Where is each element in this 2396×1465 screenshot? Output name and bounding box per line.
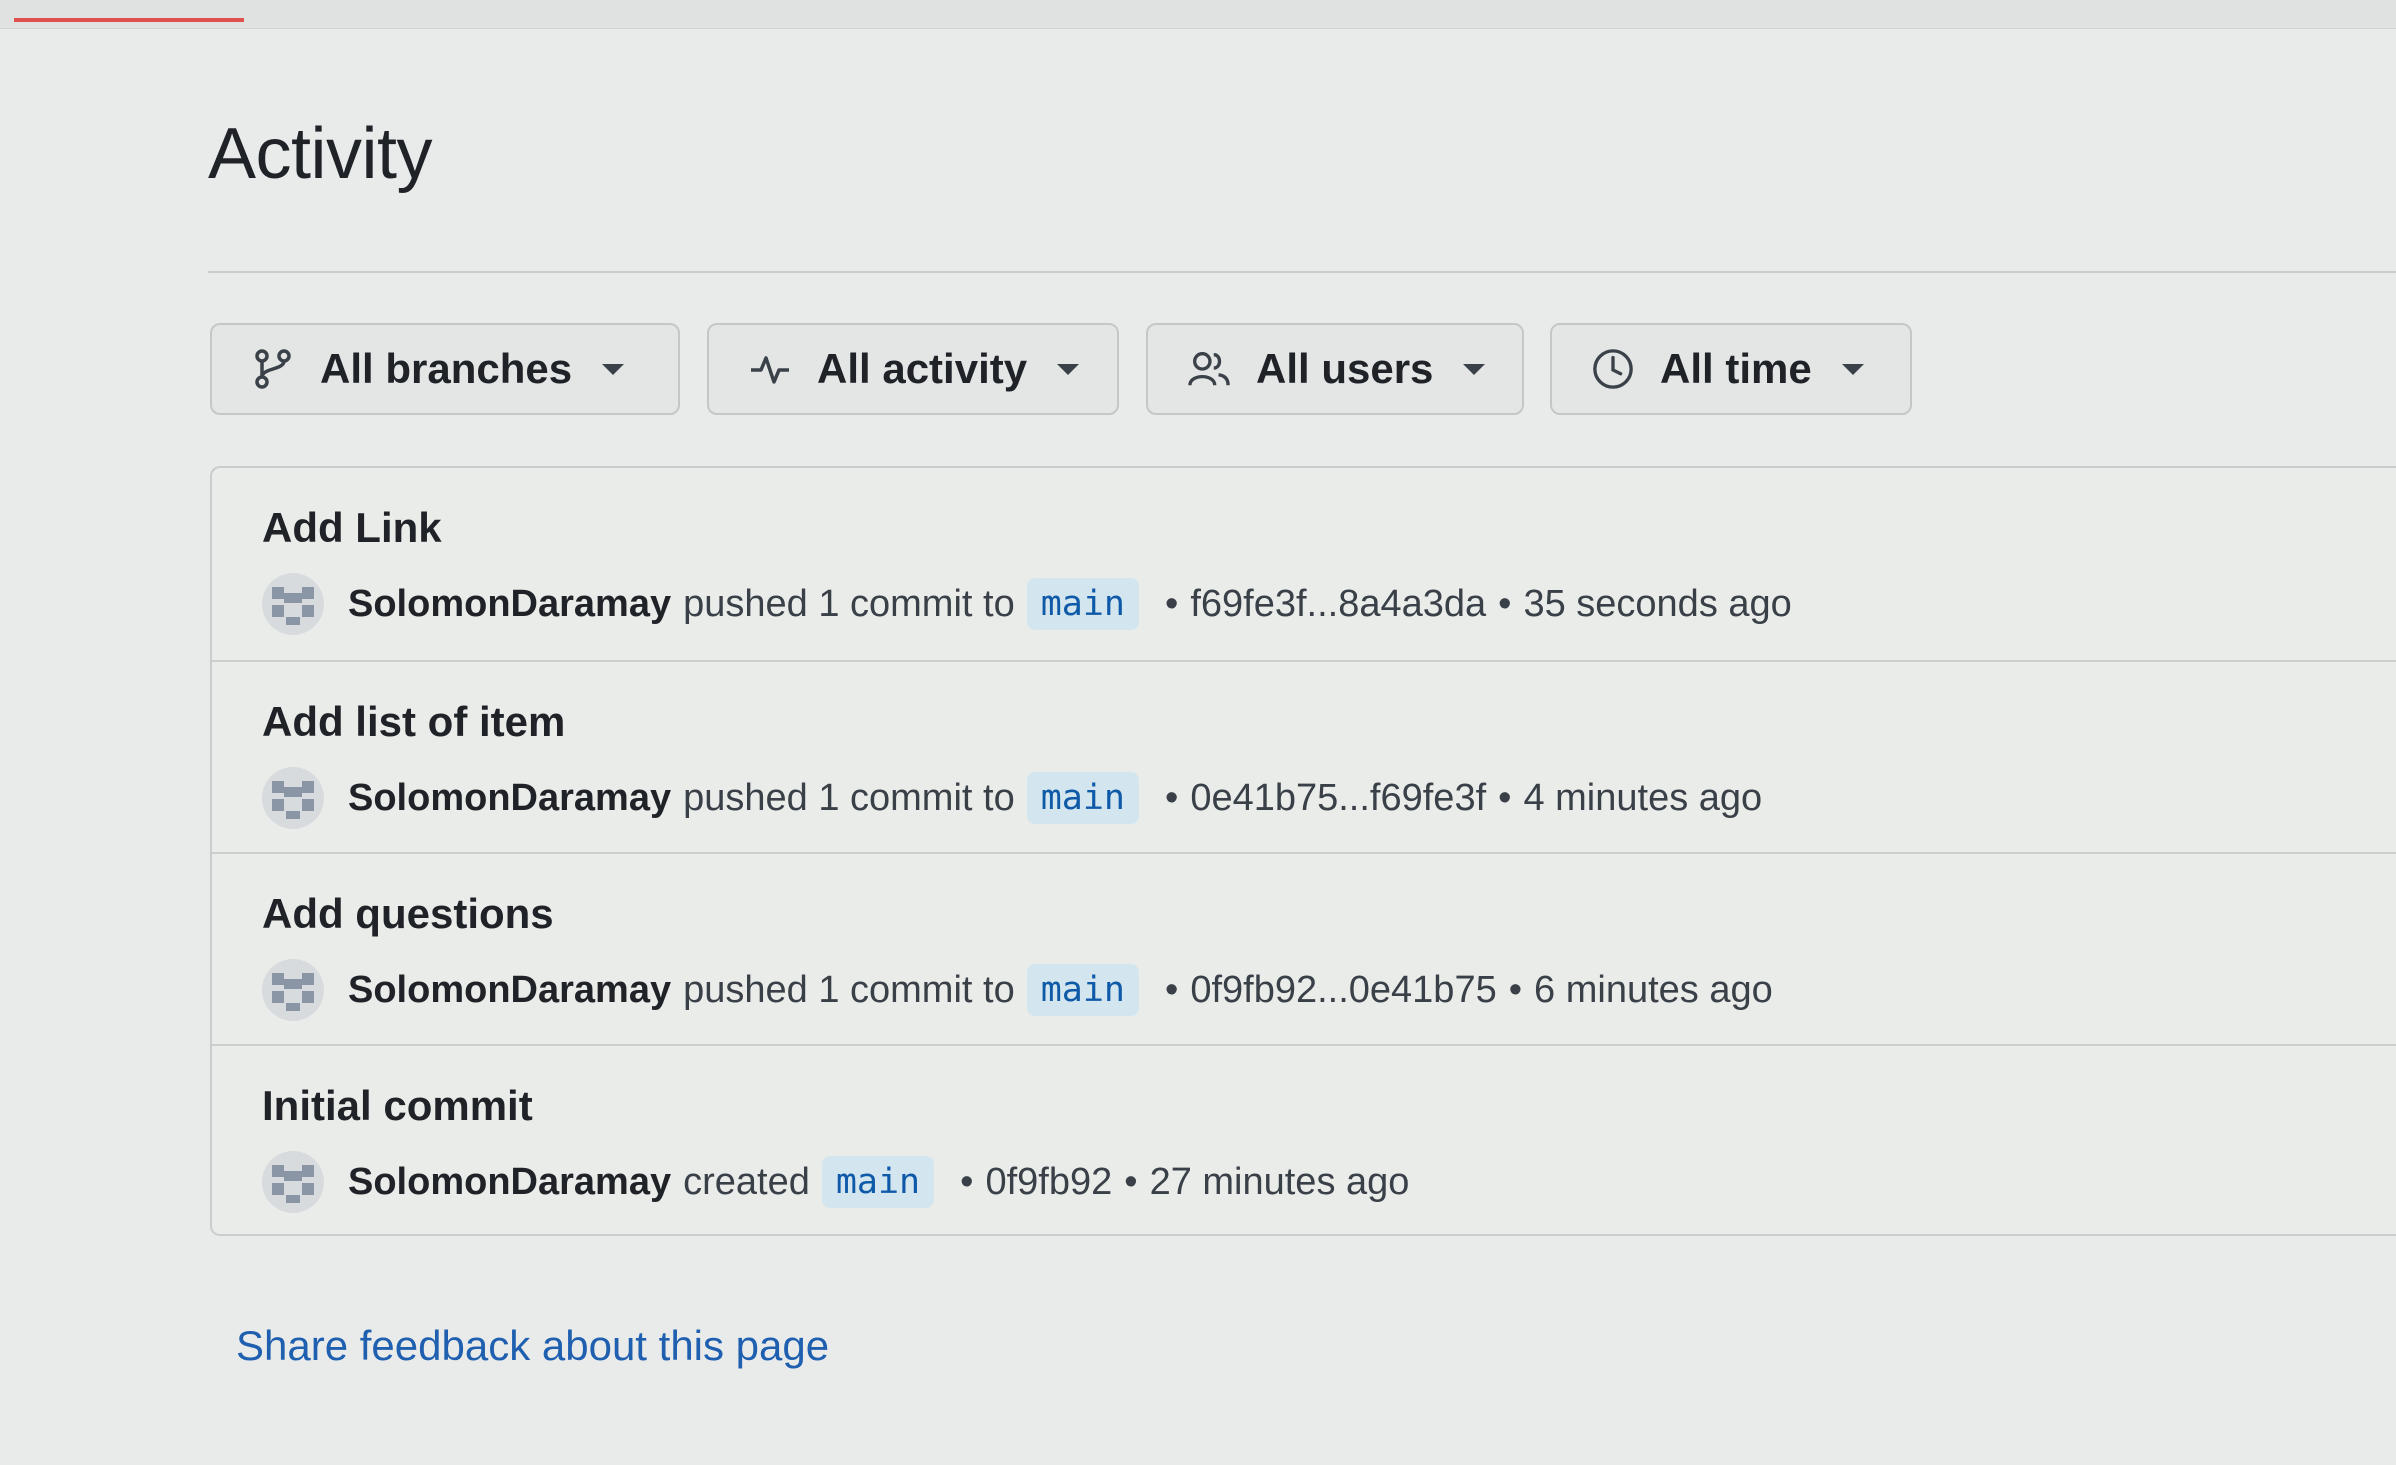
activity-action-text: pushed 1 commit to [683, 968, 1015, 1011]
activity-item: Add Link SolomonDaramay pushed 1 commit … [212, 468, 2396, 660]
separator-dot: • [1165, 968, 1179, 1011]
branch-label[interactable]: main [1026, 964, 1139, 1016]
branch-label[interactable]: main [1026, 772, 1139, 824]
users-filter-dropdown[interactable]: All users [1146, 323, 1524, 415]
time-filter-dropdown[interactable]: All time [1550, 323, 1912, 415]
avatar[interactable] [262, 1151, 324, 1213]
tab-accent-line [14, 18, 244, 22]
commit-message-link[interactable]: Add questions [262, 890, 554, 938]
time-filter-label: All time [1660, 345, 1812, 392]
activity-action-text: pushed 1 commit to [683, 582, 1015, 625]
separator-dot: • [1498, 776, 1512, 819]
activity-action-text: pushed 1 commit to [683, 776, 1015, 819]
pulse-icon [749, 348, 791, 390]
people-icon [1188, 348, 1230, 390]
branch-label[interactable]: main [821, 1156, 935, 1208]
separator-dot: • [1165, 582, 1179, 625]
timestamp: 27 minutes ago [1149, 1160, 1410, 1203]
separator-dot: • [1508, 968, 1523, 1011]
chevron-down-icon [1463, 363, 1486, 375]
activity-item: Add list of item SolomonDaramay pushed 1… [212, 660, 2396, 852]
activity-filter-label: All activity [817, 345, 1028, 392]
chevron-down-icon [602, 363, 625, 375]
page-title: Activity [208, 114, 433, 194]
separator-dot: • [1124, 1160, 1138, 1203]
activity-meta: SolomonDaramay pushed 1 commit to main •… [262, 572, 1792, 636]
timestamp: 6 minutes ago [1534, 968, 1773, 1011]
commit-sha-link[interactable]: 0f9fb92...0e41b75 [1190, 969, 1496, 1012]
commit-message-link[interactable]: Add Link [262, 504, 442, 552]
share-feedback-link[interactable]: Share feedback about this page [236, 1322, 829, 1370]
avatar[interactable] [262, 767, 324, 829]
username-link[interactable]: SolomonDaramay [348, 777, 671, 820]
branch-filter-dropdown[interactable]: All branches [210, 323, 680, 415]
users-filter-label: All users [1256, 345, 1434, 392]
activity-meta: SolomonDaramay pushed 1 commit to main •… [262, 766, 1762, 830]
avatar[interactable] [262, 573, 324, 635]
separator-dot: • [960, 1160, 974, 1203]
commit-sha-link[interactable]: 0e41b75...f69fe3f [1190, 777, 1486, 820]
timestamp: 35 seconds ago [1523, 582, 1792, 625]
browser-top-bar [0, 0, 2396, 29]
commit-message-link[interactable]: Add list of item [262, 698, 565, 746]
username-link[interactable]: SolomonDaramay [348, 969, 671, 1012]
title-divider [208, 271, 2396, 273]
separator-dot: • [1498, 582, 1512, 625]
commit-sha-link[interactable]: 0f9fb92 [985, 1161, 1112, 1204]
activity-filter-dropdown[interactable]: All activity [707, 323, 1119, 415]
activity-action-text: created [683, 1160, 810, 1203]
chevron-down-icon [1057, 363, 1080, 375]
activity-item: Initial commit SolomonDaramay created ma… [212, 1044, 2396, 1236]
timestamp: 4 minutes ago [1523, 776, 1763, 819]
activity-item: Add questions SolomonDaramay pushed 1 co… [212, 852, 2396, 1044]
activity-meta: SolomonDaramay created main • 0f9fb92 • … [262, 1150, 1409, 1214]
commit-message-link[interactable]: Initial commit [262, 1082, 533, 1130]
clock-icon [1592, 348, 1634, 390]
avatar[interactable] [262, 959, 324, 1021]
branch-filter-label: All branches [320, 345, 573, 392]
separator-dot: • [1165, 776, 1179, 819]
username-link[interactable]: SolomonDaramay [348, 1161, 671, 1204]
commit-sha-link[interactable]: f69fe3f...8a4a3da [1190, 583, 1486, 626]
username-link[interactable]: SolomonDaramay [348, 583, 671, 626]
chevron-down-icon [1841, 363, 1864, 375]
branch-label[interactable]: main [1026, 578, 1139, 630]
activity-list: Add Link SolomonDaramay pushed 1 commit … [210, 466, 2396, 1236]
git-branch-icon [252, 348, 294, 390]
activity-meta: SolomonDaramay pushed 1 commit to main •… [262, 958, 1773, 1022]
